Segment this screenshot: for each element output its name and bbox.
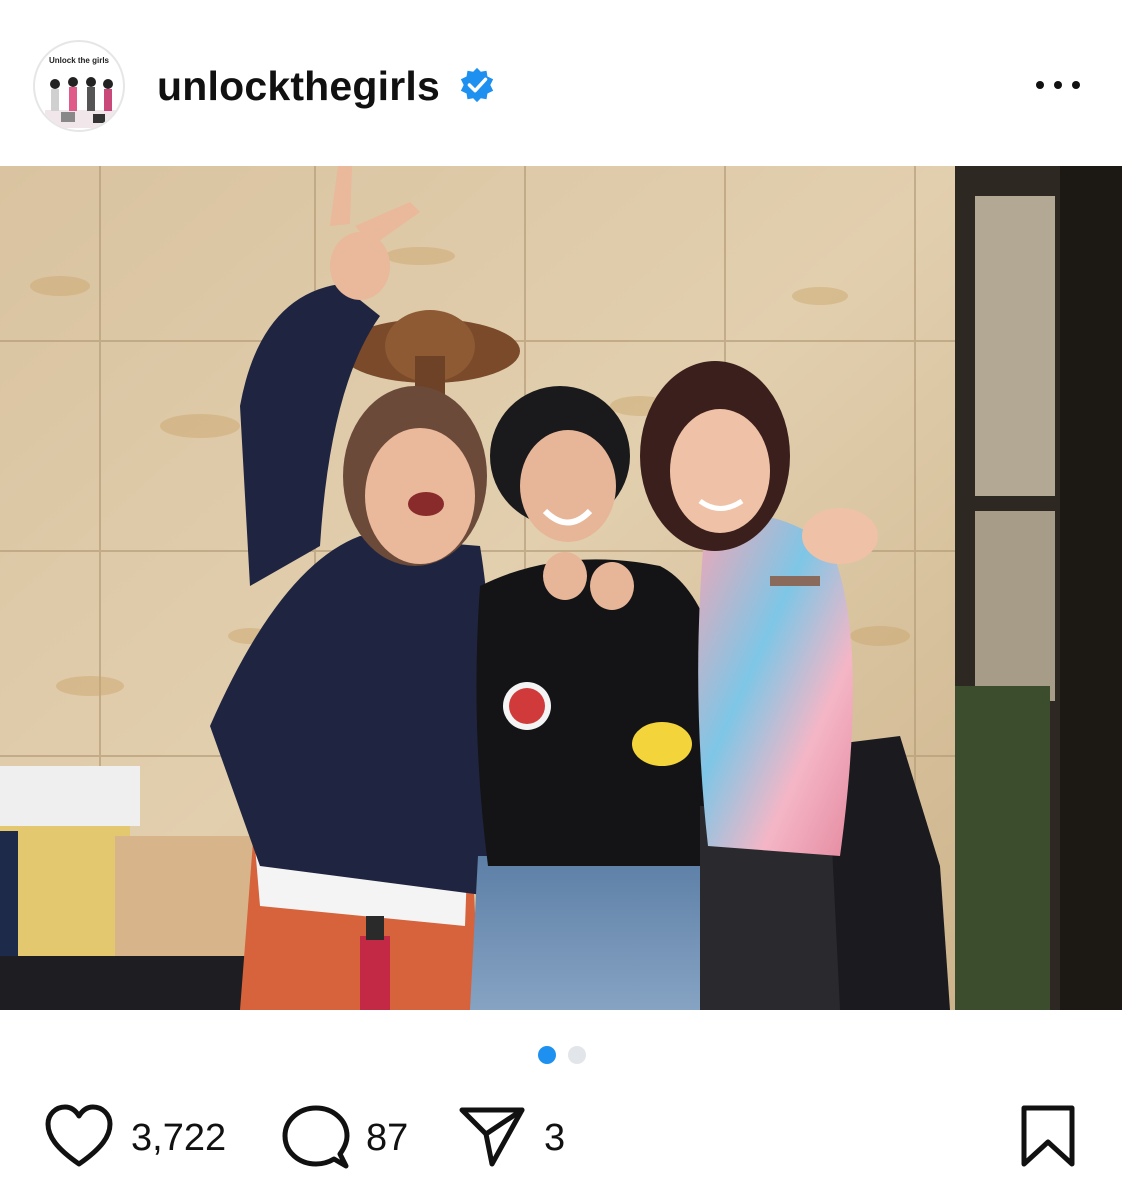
post-header: Unlock the girls unlockthegirls bbox=[0, 0, 1122, 166]
post-actions: 3,722 87 3 bbox=[0, 1090, 1122, 1190]
carousel-dot[interactable] bbox=[568, 1046, 586, 1064]
verified-badge-icon bbox=[460, 67, 494, 103]
photo-illustration bbox=[0, 166, 1122, 1010]
share-count[interactable]: 3 bbox=[544, 1116, 565, 1160]
profile-avatar[interactable]: Unlock the girls bbox=[33, 40, 125, 132]
username[interactable]: unlockthegirls bbox=[157, 62, 440, 110]
bookmark-icon[interactable] bbox=[1020, 1104, 1076, 1168]
more-horizontal-icon[interactable] bbox=[1032, 70, 1084, 100]
comment-count[interactable]: 87 bbox=[366, 1116, 408, 1160]
post-photo[interactable] bbox=[0, 166, 1122, 1010]
like-count[interactable]: 3,722 bbox=[131, 1116, 226, 1160]
paper-plane-icon[interactable] bbox=[458, 1106, 526, 1168]
heart-icon[interactable] bbox=[44, 1104, 114, 1170]
avatar-title: Unlock the girls bbox=[48, 56, 109, 65]
carousel-indicator bbox=[0, 1044, 1122, 1066]
comment-bubble-icon[interactable] bbox=[282, 1104, 350, 1172]
carousel-dot-active[interactable] bbox=[538, 1046, 556, 1064]
avatar-illustration bbox=[45, 77, 117, 128]
